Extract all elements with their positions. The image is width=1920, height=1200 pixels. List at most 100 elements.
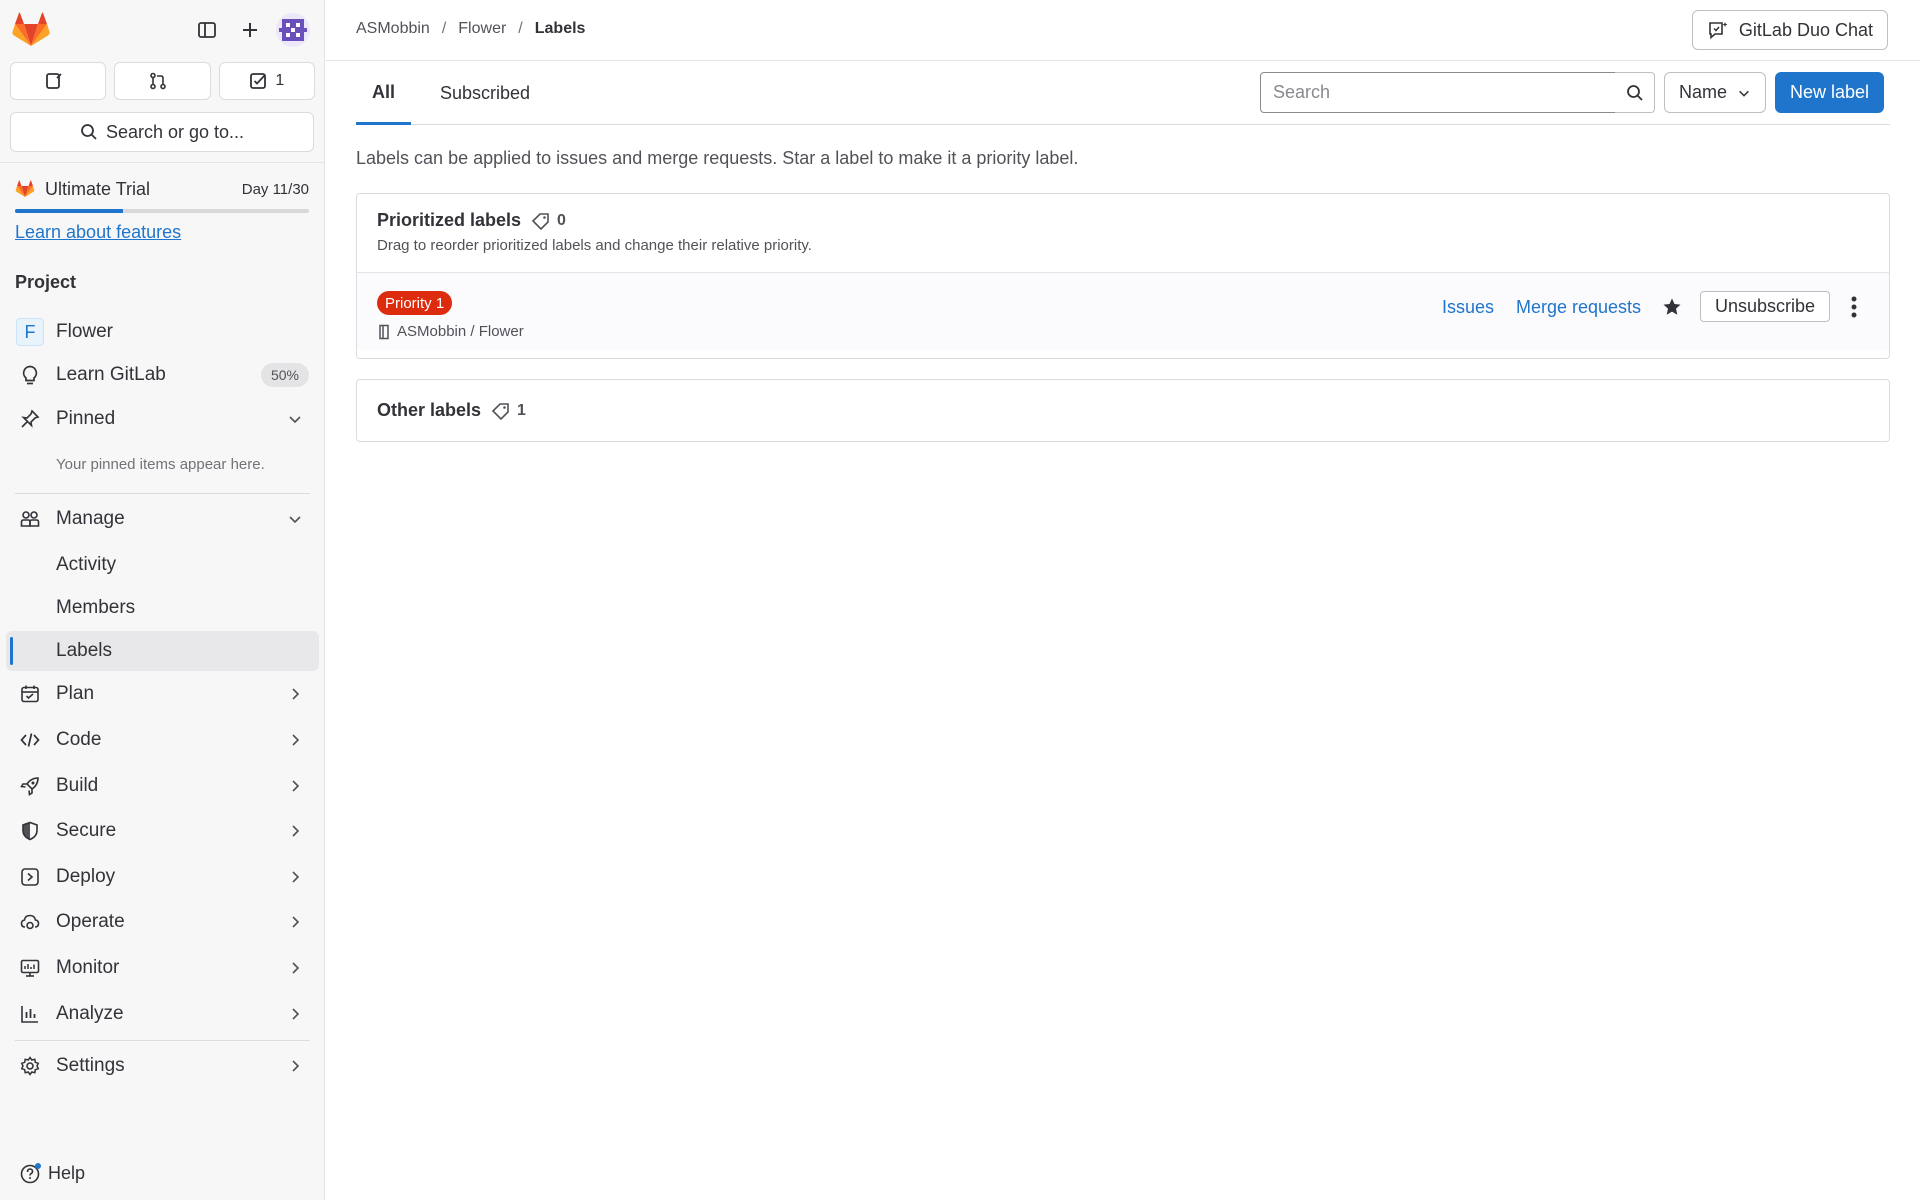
learn-about-features-link[interactable]: Learn about features (15, 222, 181, 243)
issues-count-button[interactable] (10, 62, 107, 100)
sidebar-item-monitor[interactable]: Monitor (6, 948, 319, 988)
chevron-right-icon (292, 688, 300, 700)
other-count: 1 (491, 402, 526, 420)
project-icon (379, 324, 389, 339)
sidebar-item-label: Code (56, 729, 102, 750)
sidebar-item-label: Labels (56, 640, 112, 661)
trial-day: Day 11/30 (241, 180, 309, 198)
divider (0, 162, 325, 163)
help-label: Help (48, 1162, 86, 1183)
monitor-icon (20, 958, 40, 978)
sidebar-item-label: Analyze (56, 1003, 124, 1024)
star-icon[interactable] (1662, 297, 1682, 317)
breadcrumb-separator: / (518, 20, 523, 37)
trial-progress-fill (15, 209, 123, 213)
sidebar-item-label: Plan (56, 683, 95, 704)
sidebar-item-pinned[interactable]: Pinned (6, 399, 319, 439)
sidebar-item-label: Pinned (56, 408, 116, 429)
sidebar-item-secure[interactable]: Secure (6, 811, 319, 851)
label-issues-link[interactable]: Issues (1442, 297, 1494, 318)
labels-tabs-row: All Subscribed Name New label (356, 62, 1890, 125)
sidebar-item-label: Manage (56, 508, 125, 529)
sidebar-item-labels[interactable]: Labels (6, 631, 319, 671)
sidebar-item-label: Monitor (56, 957, 120, 978)
prioritized-count: 0 (531, 212, 566, 230)
tab-subscribed[interactable]: Subscribed (424, 62, 546, 125)
sidebar-toggle-icon[interactable] (191, 14, 223, 46)
chevron-right-icon (292, 780, 300, 792)
breadcrumb: ASMobbin / Flower / Labels (356, 20, 585, 38)
divider (15, 493, 310, 494)
sidebar-item-label: Secure (56, 820, 117, 841)
pin-icon (20, 409, 40, 429)
breadcrumb-item[interactable]: Flower (458, 20, 506, 38)
todos-count: 1 (275, 72, 285, 89)
prioritized-labels-title: Prioritized labels (377, 210, 522, 230)
sidebar-item-plan[interactable]: Plan (6, 674, 319, 714)
label-search-input[interactable] (1260, 72, 1616, 113)
chevron-down-icon (1739, 90, 1749, 97)
sidebar-item-deploy[interactable]: Deploy (6, 857, 319, 897)
label-merge-requests-link[interactable]: Merge requests (1516, 297, 1641, 318)
sidebar-item-manage[interactable]: Manage (6, 499, 319, 539)
merge-request-icon (150, 72, 167, 90)
sidebar-item-build[interactable]: Build (6, 766, 319, 806)
trial-widget[interactable]: Ultimate Trial Day 11/30 (15, 178, 309, 214)
sidebar-item-label: Settings (56, 1055, 125, 1076)
search-submit-button[interactable] (1615, 72, 1655, 113)
shield-icon (20, 821, 40, 841)
breadcrumb-separator: / (441, 20, 447, 37)
user-avatar[interactable] (276, 13, 310, 47)
more-actions-icon[interactable] (1842, 293, 1866, 321)
labels-description: Labels can be applied to issues and merg… (356, 148, 1079, 168)
other-count-value: 1 (517, 401, 526, 419)
code-icon (20, 730, 40, 750)
top-bar: ASMobbin / Flower / Labels GitLab Duo Ch… (326, 0, 1920, 61)
sidebar-item-label: Learn GitLab (56, 364, 166, 385)
sidebar-item-label: Build (56, 775, 99, 796)
tab-all[interactable]: All (356, 62, 412, 125)
chevron-right-icon (292, 825, 300, 837)
project-link-flower[interactable]: F Flower (6, 312, 319, 352)
lightbulb-icon (20, 365, 40, 385)
sidebar-item-code[interactable]: Code (6, 720, 319, 760)
chevron-down-icon (289, 416, 301, 424)
breadcrumb-current[interactable]: Labels (535, 20, 586, 38)
unsubscribe-button[interactable]: Unsubscribe (1700, 291, 1831, 322)
sort-dropdown[interactable]: Name (1664, 72, 1767, 113)
prioritized-count-value: 0 (557, 211, 566, 229)
prioritized-labels-panel: Prioritized labels 0 Drag to reorder pri… (356, 193, 1890, 359)
sidebar-item-learn-gitlab[interactable]: Learn GitLab 50% (6, 355, 319, 395)
gear-icon (20, 1056, 40, 1076)
sidebar-item-label: Operate (56, 911, 125, 932)
label-row[interactable]: Priority 1 ASMobbin / Flower Issues Merg… (357, 272, 1889, 350)
cloud-gear-icon (20, 912, 40, 932)
help-button[interactable]: Help (20, 1162, 85, 1184)
sidebar-item-activity[interactable]: Activity (6, 545, 319, 585)
sidebar-item-analyze[interactable]: Analyze (6, 994, 319, 1034)
trial-name: Ultimate Trial (45, 178, 151, 199)
plus-icon[interactable] (234, 14, 266, 46)
rocket-icon (20, 776, 40, 796)
trial-progress-bar (15, 209, 309, 213)
breadcrumb-item[interactable]: ASMobbin (356, 20, 430, 38)
label-badge[interactable]: Priority 1 (377, 291, 453, 315)
todo-checkbox-icon (250, 73, 267, 89)
search-icon (1626, 84, 1643, 101)
search-or-go-to-button[interactable]: Search or go to... (10, 112, 314, 152)
sidebar-item-label: Deploy (56, 866, 116, 887)
new-label-button[interactable]: New label (1775, 72, 1885, 113)
deploy-icon (20, 867, 40, 887)
project-name: Flower (56, 321, 114, 342)
gitlab-duo-chat-button[interactable]: GitLab Duo Chat (1691, 10, 1888, 50)
sidebar-item-members[interactable]: Members (6, 588, 319, 628)
todos-count-button[interactable]: 1 (218, 62, 315, 100)
label-tag-icon (531, 212, 549, 230)
search-icon (81, 124, 97, 140)
merge-requests-count-button[interactable] (114, 62, 211, 100)
sidebar-item-settings[interactable]: Settings (6, 1046, 319, 1086)
sidebar-counts: 1 (10, 62, 315, 100)
gitlab-logo[interactable] (12, 12, 50, 48)
sidebar-item-operate[interactable]: Operate (6, 902, 319, 942)
duo-chat-label: GitLab Duo Chat (1738, 19, 1873, 40)
